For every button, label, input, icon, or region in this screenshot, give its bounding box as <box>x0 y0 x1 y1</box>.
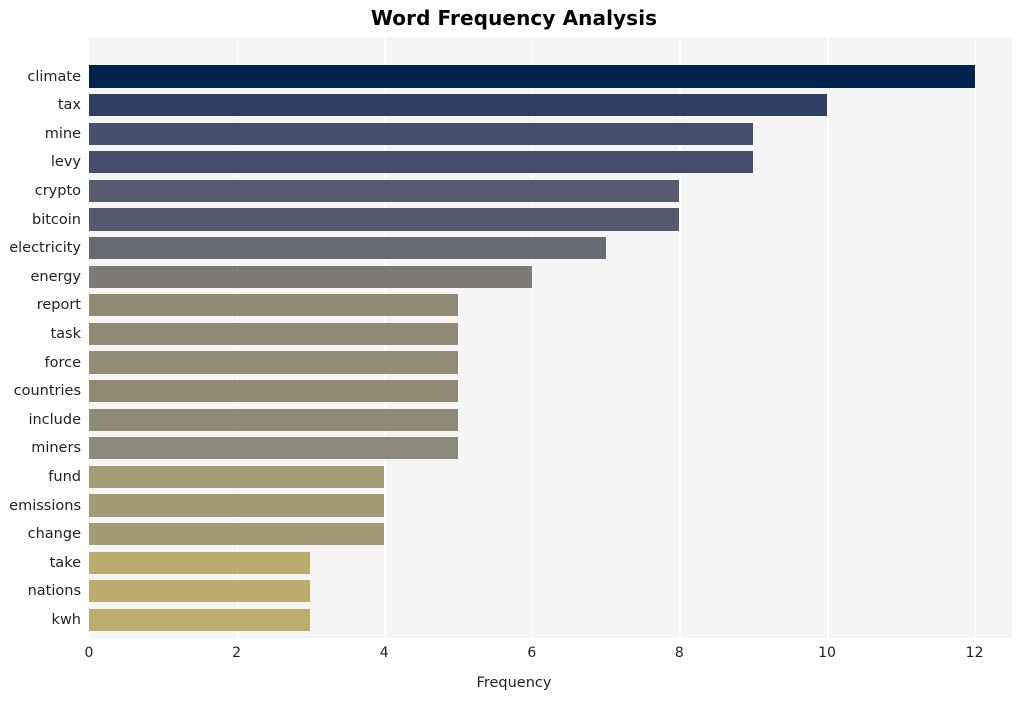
x-axis-title: Frequency <box>476 675 552 691</box>
x-axis-tick-label: 4 <box>379 645 389 661</box>
x-axis-tick-label: 2 <box>232 645 242 661</box>
bar-fill <box>89 437 458 460</box>
chart-title: Word Frequency Analysis <box>370 6 658 30</box>
bar <box>89 608 311 632</box>
bar <box>89 379 458 403</box>
bar <box>89 151 754 174</box>
x-axis-tick-label: 10 <box>818 645 836 661</box>
y-axis-tick-label: levy <box>50 154 81 171</box>
bar-fill <box>89 208 680 231</box>
y-axis-tick-label: tax <box>57 97 81 114</box>
bar-fill <box>89 151 754 174</box>
bar <box>89 208 680 231</box>
bar-fill <box>89 179 680 203</box>
bar-fill <box>89 322 458 346</box>
bar <box>89 465 385 489</box>
bar <box>89 265 532 288</box>
bar-fill <box>89 494 385 517</box>
bar-fill <box>89 580 311 603</box>
bar <box>89 437 458 460</box>
bar <box>89 322 458 346</box>
word-frequency-chart: Word Frequency Analysis climate tax mine le… <box>0 0 1028 701</box>
y-axis-tick-label: include <box>28 411 81 428</box>
bar <box>89 93 827 117</box>
y-axis-tick-label: task <box>50 325 81 342</box>
bar-fill <box>89 294 458 317</box>
bar-fill <box>89 351 458 374</box>
bar-fill <box>89 465 385 489</box>
y-axis-tick-label: force <box>44 354 81 371</box>
bar <box>89 494 385 517</box>
y-axis-tick-label: crypto <box>34 182 81 199</box>
y-axis-tick-label: mine <box>44 125 81 142</box>
y-axis-tick-label: climate <box>27 68 81 85</box>
bar <box>89 580 311 603</box>
bar-fill <box>89 122 754 145</box>
gridline <box>974 37 977 638</box>
bar <box>89 522 385 546</box>
x-axis-tick-label: 8 <box>674 645 684 661</box>
y-axis-tick-label: miners <box>31 440 81 457</box>
bar <box>89 236 606 260</box>
bar-fill <box>89 93 827 117</box>
y-axis-tick-label: fund <box>48 468 81 485</box>
x-axis-tick-label: 6 <box>527 645 537 661</box>
y-axis-tick-label: kwh <box>51 611 81 628</box>
bar <box>89 551 311 574</box>
x-axis-tick-label: 12 <box>965 645 984 661</box>
bar <box>89 408 458 431</box>
bar-fill <box>89 379 458 403</box>
y-axis-tick-label: nations <box>27 583 81 600</box>
plot-area <box>89 37 1012 638</box>
y-axis-tick-label: emissions <box>9 497 81 514</box>
y-axis-tick-label: change <box>27 526 81 543</box>
y-axis-tick-label: countries <box>13 383 81 400</box>
bar <box>89 179 680 203</box>
gridline <box>827 37 829 638</box>
bar-fill <box>89 65 975 88</box>
bar-fill <box>89 522 385 546</box>
y-axis-tick-label: electricity <box>9 240 81 257</box>
bar-fill <box>89 265 532 288</box>
bar-fill <box>89 608 311 632</box>
bar-fill <box>89 551 311 574</box>
y-axis-tick-label: take <box>49 554 81 571</box>
y-axis-tick-label: energy <box>30 268 81 285</box>
bar <box>89 65 975 88</box>
bar <box>89 351 458 374</box>
bar-fill <box>89 408 458 431</box>
bar-fill <box>89 236 606 260</box>
bar <box>89 122 754 145</box>
x-axis-tick-label: 0 <box>84 645 94 661</box>
bar <box>89 294 458 317</box>
y-axis-tick-label: bitcoin <box>32 211 81 228</box>
y-axis-tick-label: report <box>36 297 81 314</box>
